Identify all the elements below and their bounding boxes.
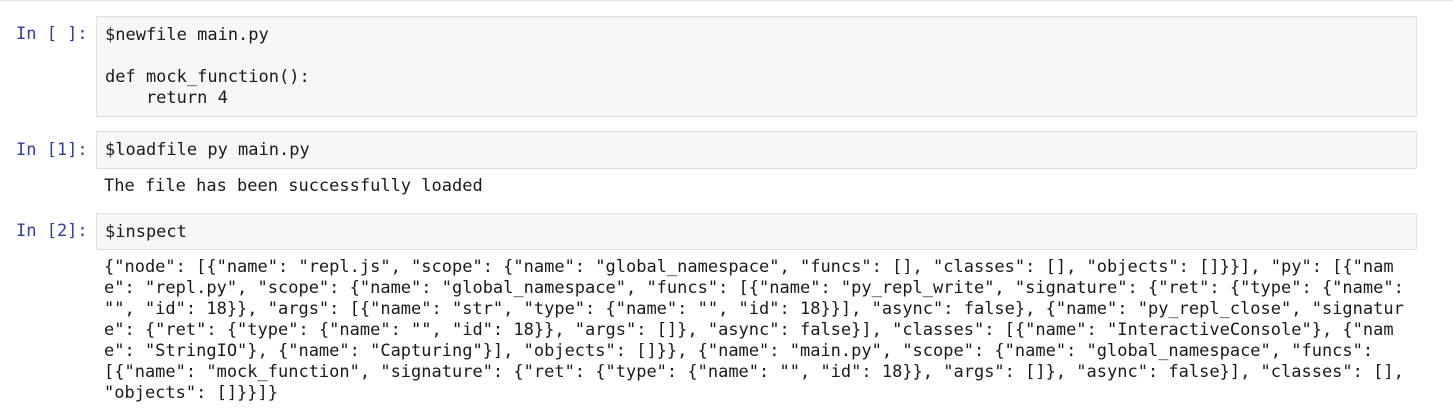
code-line: def mock_function(): [105, 67, 310, 87]
code-line: $inspect [105, 222, 187, 242]
cell-output: The file has been successfully loaded [104, 176, 483, 196]
cell-prompt: In [ ]: [16, 24, 88, 44]
code-input[interactable]: $inspect [96, 213, 1417, 250]
code-line: $loadfile py main.py [105, 140, 310, 160]
code-line: return 4 [105, 88, 228, 108]
code-line: $newfile main.py [105, 25, 269, 45]
top-divider [0, 0, 1453, 1]
code-input[interactable]: $newfile main.py def mock_function(): re… [96, 16, 1417, 117]
cell-prompt: In [1]: [16, 140, 88, 160]
cell-prompt: In [2]: [16, 221, 88, 241]
code-input[interactable]: $loadfile py main.py [96, 131, 1417, 169]
cell-output: {"node": [{"name": "repl.js", "scope": {… [104, 257, 1415, 403]
